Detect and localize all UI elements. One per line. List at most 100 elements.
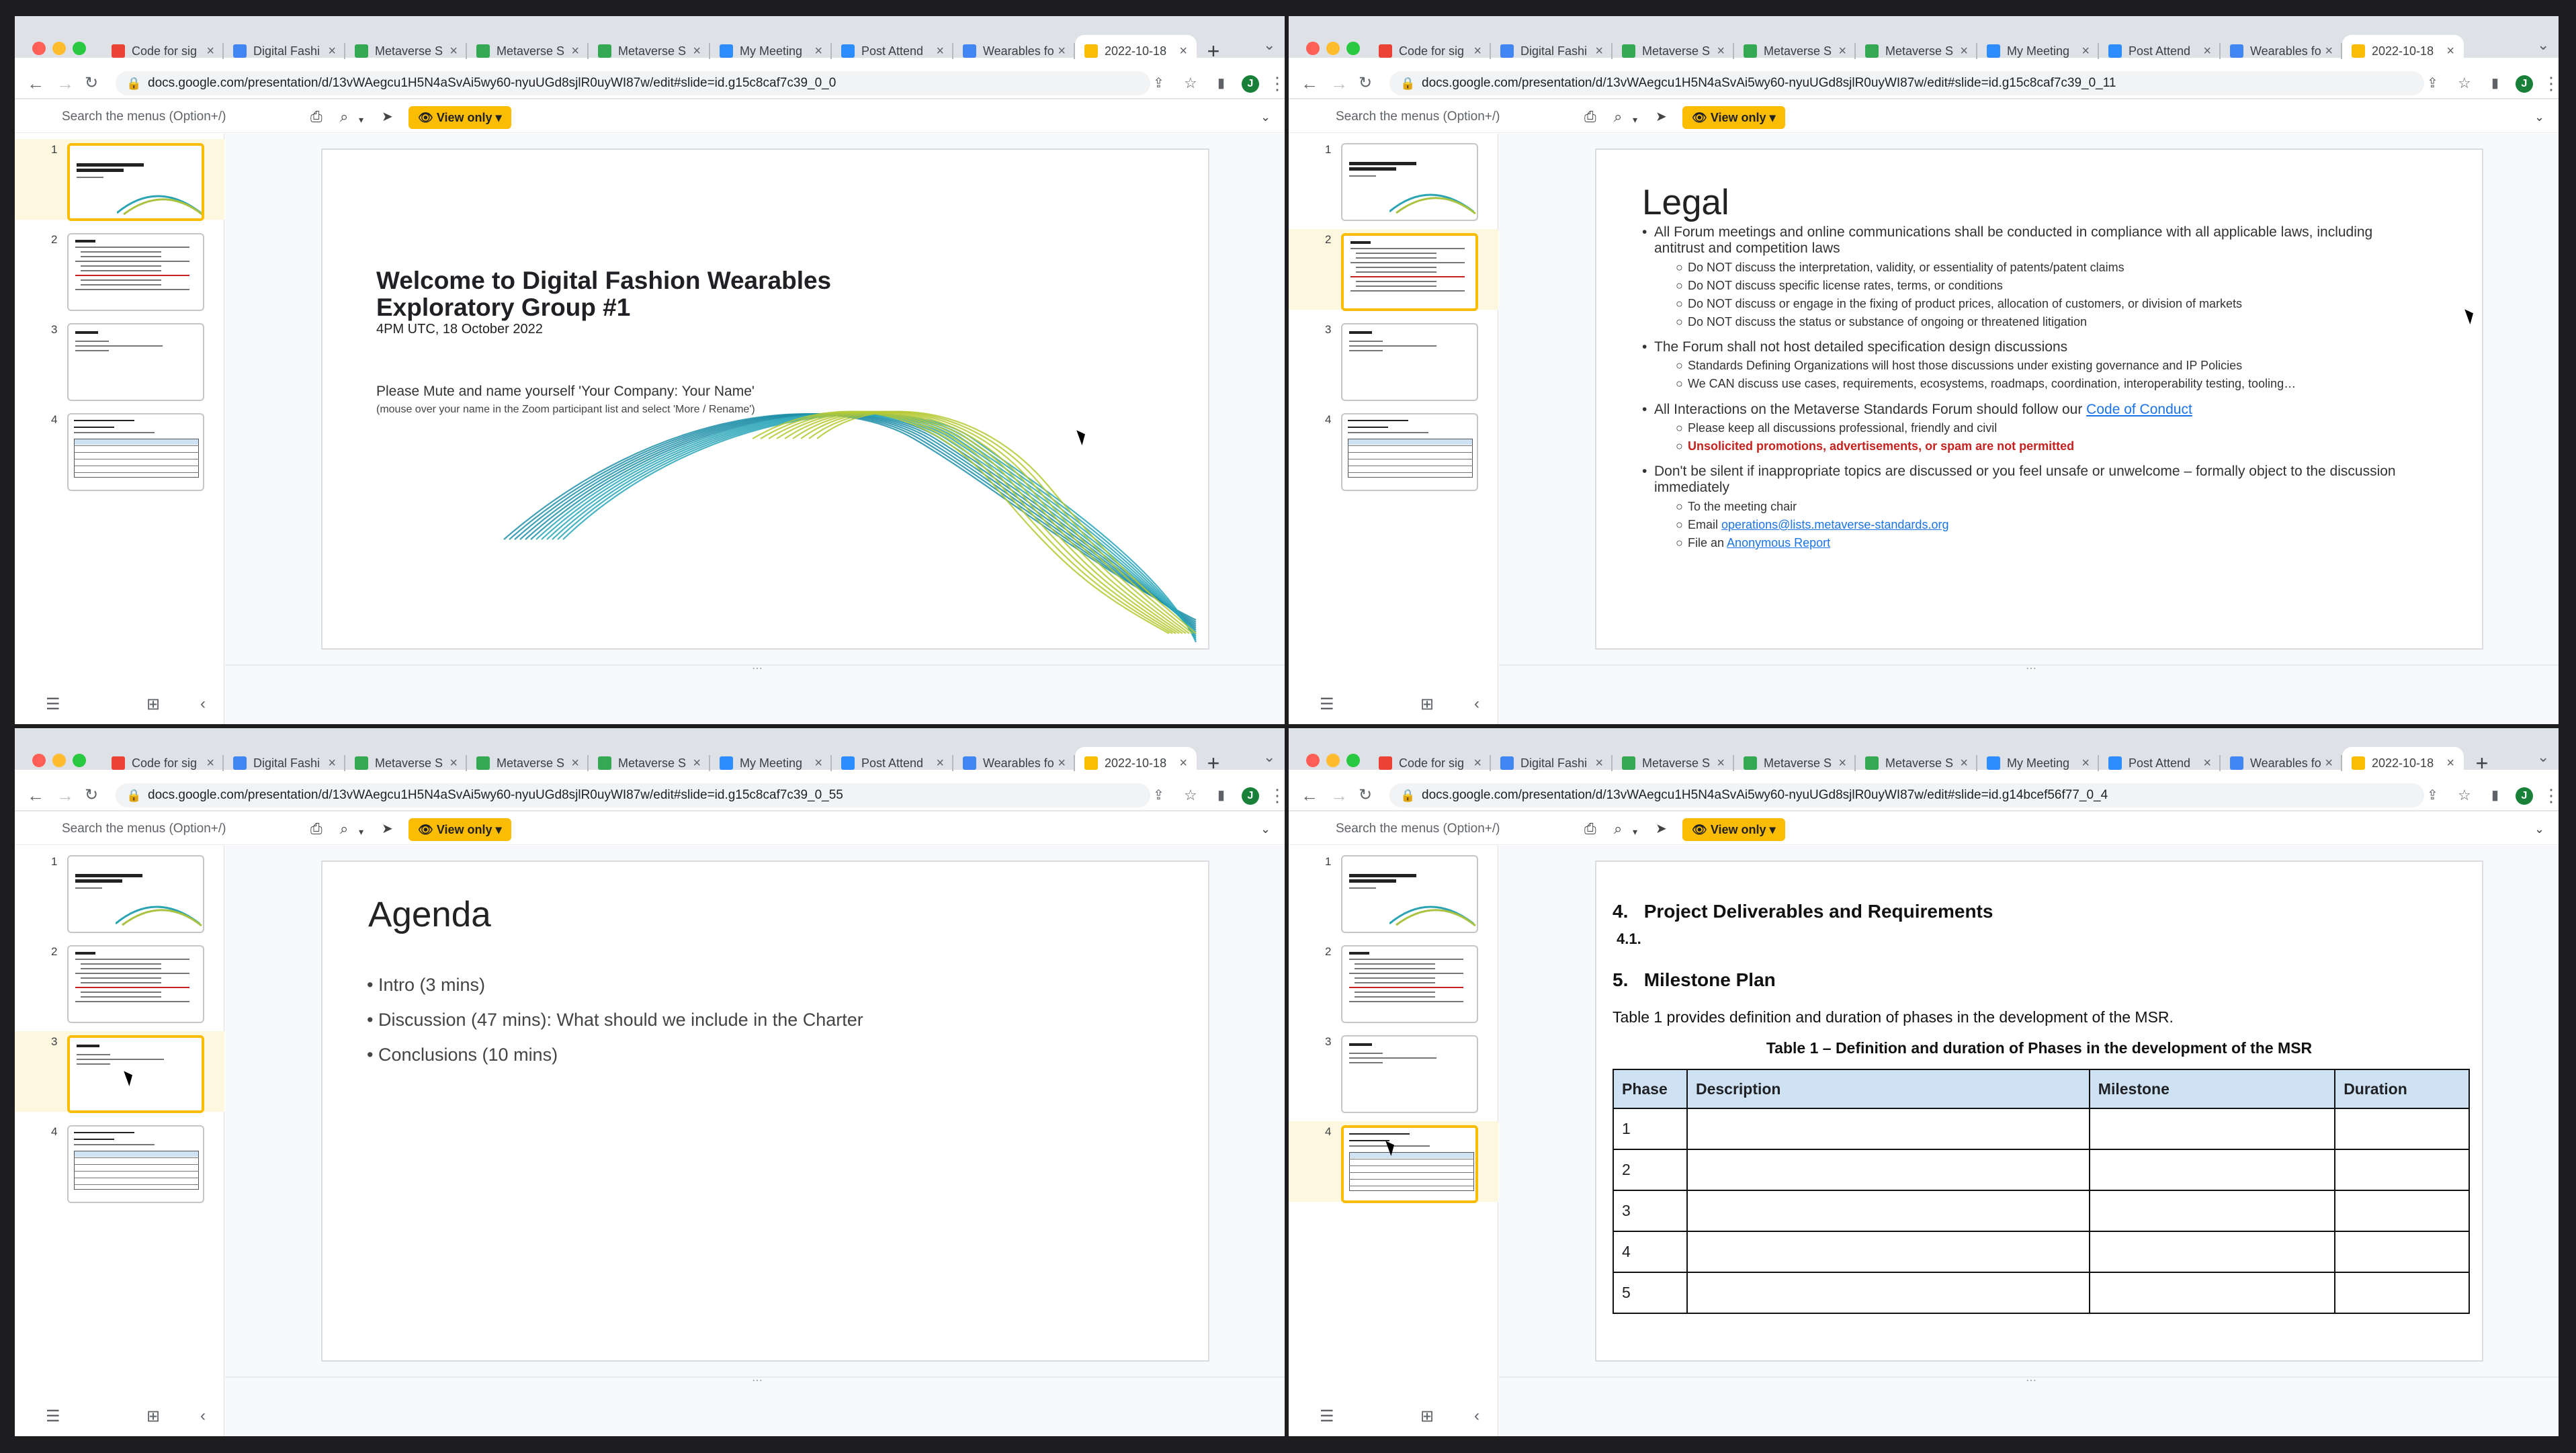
slide-thumbnail-1[interactable]: 1 (15, 139, 224, 221)
tab-search-chevron-icon[interactable]: ⌄ (1263, 36, 1275, 54)
code-of-conduct-link[interactable]: Code of Conduct (2086, 402, 2192, 417)
tab-close-icon[interactable]: × (328, 756, 336, 771)
print-icon[interactable]: ⎙ (1584, 107, 1596, 126)
collapse-panel-icon[interactable]: ‹ (200, 1407, 206, 1425)
tab-close-icon[interactable]: × (1473, 44, 1482, 59)
back-arrow-icon[interactable]: ← (27, 786, 44, 805)
tab-close-icon[interactable]: × (936, 44, 944, 59)
tab-close-icon[interactable]: × (814, 756, 822, 771)
grid-view-icon[interactable]: ⊞ (1420, 695, 1434, 714)
filmstrip-view-icon[interactable]: ☰ (1320, 695, 1334, 714)
browser-tab[interactable]: Metaverse S × (589, 747, 710, 779)
browser-tab[interactable]: Code for sig × (102, 35, 224, 67)
browser-tab[interactable]: 2022-10-18 × (2342, 35, 2464, 67)
close-window-button[interactable] (1306, 754, 1320, 767)
filmstrip-view-icon[interactable]: ☰ (46, 1407, 60, 1426)
tab-close-icon[interactable]: × (693, 756, 701, 771)
slide-thumbnail-4[interactable]: 4 (15, 409, 224, 491)
zoom-dropdown-icon[interactable]: ▾ (1633, 110, 1637, 129)
browser-tab[interactable]: Wearables fo × (953, 747, 1075, 779)
slide-thumbnail-3[interactable]: 3 (1289, 319, 1498, 401)
zoom-icon[interactable]: ⌕ (340, 107, 348, 126)
browser-tab[interactable]: Metaverse S × (1856, 35, 1977, 67)
tab-close-icon[interactable]: × (1960, 44, 1968, 59)
print-icon[interactable]: ⎙ (310, 107, 323, 126)
tab-close-icon[interactable]: × (2325, 756, 2333, 771)
grid-view-icon[interactable]: ⊞ (146, 1407, 160, 1426)
browser-tab[interactable]: Digital Fashi × (224, 35, 345, 67)
slide-thumbnail-4[interactable]: 4 (1289, 1121, 1498, 1203)
view-only-button[interactable]: 👁 View only ▾ (1682, 818, 1785, 841)
browser-tab[interactable]: Digital Fashi × (1491, 35, 1613, 67)
print-icon[interactable]: ⎙ (310, 820, 323, 838)
tab-close-icon[interactable]: × (2446, 44, 2454, 59)
tab-close-icon[interactable]: × (1717, 756, 1725, 771)
browser-tab[interactable]: Wearables fo × (2221, 35, 2342, 67)
forward-arrow-icon[interactable]: → (56, 74, 74, 93)
thumbnail-preview[interactable] (1341, 323, 1478, 401)
tab-close-icon[interactable]: × (571, 44, 579, 59)
back-arrow-icon[interactable]: ← (27, 74, 44, 93)
tab-close-icon[interactable]: × (206, 44, 214, 59)
bookmark-star-icon[interactable]: ☆ (2458, 786, 2471, 805)
browser-tab[interactable]: My Meeting × (1977, 35, 2099, 67)
browser-tab[interactable]: Post Attend × (2099, 747, 2221, 779)
tab-close-icon[interactable]: × (936, 756, 944, 771)
browser-tab[interactable]: 2022-10-18 × (1075, 747, 1197, 779)
browser-tab[interactable]: Metaverse S × (1734, 747, 1856, 779)
grid-view-icon[interactable]: ⊞ (146, 695, 160, 714)
reload-icon[interactable]: ↻ (1359, 786, 1372, 805)
resize-handle-icon[interactable]: ⋯ (752, 1374, 763, 1387)
resize-handle-icon[interactable]: ⋯ (2026, 662, 2036, 675)
slide-thumbnail-1[interactable]: 1 (1289, 139, 1498, 221)
profile-avatar[interactable]: J (2516, 75, 2533, 93)
reload-icon[interactable]: ↻ (85, 74, 98, 93)
resize-handle-icon[interactable]: ⋯ (752, 662, 763, 675)
browser-tab[interactable]: Code for sig × (1369, 35, 1491, 67)
sidebar-icon[interactable]: ▮ (1217, 786, 1225, 805)
thumbnail-preview[interactable] (67, 413, 204, 491)
tab-close-icon[interactable]: × (1838, 756, 1846, 771)
more-menu-icon[interactable]: ⋮ (2542, 786, 2559, 805)
thumbnail-preview[interactable] (67, 1035, 204, 1113)
url-bar[interactable]: 🔒 docs.google.com/presentation/d/13vWAegc… (116, 783, 1150, 807)
url-bar[interactable]: 🔒 docs.google.com/presentation/d/13vWAegc… (1389, 783, 2424, 807)
fullscreen-window-button[interactable] (1346, 42, 1360, 55)
slide-thumbnail-2[interactable]: 2 (1289, 941, 1498, 1023)
new-tab-button[interactable]: + (1197, 35, 1230, 67)
browser-tab[interactable]: My Meeting × (1977, 747, 2099, 779)
reload-icon[interactable]: ↻ (85, 786, 98, 805)
select-pointer-icon[interactable]: ➤ (1656, 820, 1667, 838)
browser-tab[interactable]: My Meeting × (710, 747, 832, 779)
new-tab-button[interactable]: + (2466, 747, 2498, 779)
tab-search-chevron-icon[interactable]: ⌄ (2537, 36, 2549, 54)
fullscreen-window-button[interactable] (73, 42, 86, 55)
browser-tab[interactable]: Metaverse S × (1734, 35, 1856, 67)
view-only-button[interactable]: 👁 View only ▾ (1682, 106, 1785, 129)
browser-tab[interactable]: My Meeting × (710, 35, 832, 67)
tab-close-icon[interactable]: × (1717, 44, 1725, 59)
browser-tab[interactable]: Digital Fashi × (1491, 747, 1613, 779)
select-pointer-icon[interactable]: ➤ (382, 107, 393, 126)
profile-avatar[interactable]: J (1242, 787, 1259, 805)
browser-tab[interactable]: Digital Fashi × (224, 747, 345, 779)
sidebar-icon[interactable]: ▮ (2491, 74, 2499, 93)
share-icon[interactable]: ⇪ (1153, 786, 1164, 805)
browser-tab[interactable]: Metaverse S × (345, 35, 467, 67)
close-window-button[interactable] (1306, 42, 1320, 55)
thumbnail-preview[interactable] (1341, 1125, 1478, 1203)
slide-thumbnail-4[interactable]: 4 (15, 1121, 224, 1203)
slide-thumbnail-3[interactable]: 3 (15, 319, 224, 401)
more-menu-icon[interactable]: ⋮ (1269, 786, 1285, 805)
tab-close-icon[interactable]: × (1179, 756, 1187, 771)
thumbnail-preview[interactable] (1341, 233, 1478, 311)
browser-tab[interactable]: Metaverse S × (467, 747, 589, 779)
browser-tab[interactable]: Wearables fo × (953, 35, 1075, 67)
thumbnail-preview[interactable] (67, 1125, 204, 1203)
view-only-button[interactable]: 👁 View only ▾ (409, 106, 511, 129)
forward-arrow-icon[interactable]: → (1330, 786, 1348, 805)
menu-search-input[interactable]: Search the menus (Option+/) (44, 817, 313, 841)
slide-thumbnail-3[interactable]: 3 (15, 1031, 224, 1113)
tab-close-icon[interactable]: × (571, 756, 579, 771)
profile-avatar[interactable]: J (2516, 787, 2533, 805)
